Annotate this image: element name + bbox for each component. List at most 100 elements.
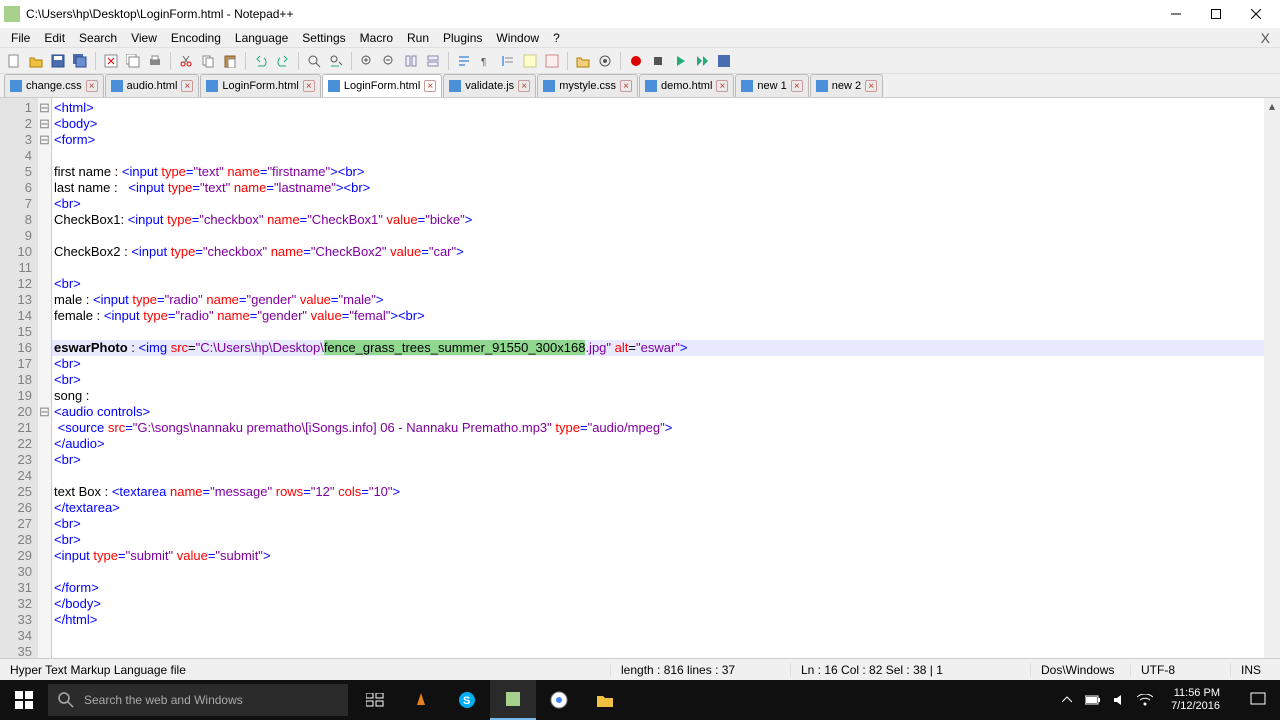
sync-v-icon[interactable] [401, 51, 421, 71]
search-icon [58, 692, 74, 708]
editor-area[interactable]: 1234567891011121314151617181920212223242… [0, 98, 1280, 658]
tab-close-icon[interactable]: × [620, 80, 632, 92]
tab-close-icon[interactable]: × [716, 80, 728, 92]
tab-validate-js[interactable]: validate.js× [443, 74, 536, 97]
sync-h-icon[interactable] [423, 51, 443, 71]
wrap-icon[interactable] [454, 51, 474, 71]
menu-encoding[interactable]: Encoding [164, 30, 228, 46]
tab-mystyle-css[interactable]: mystyle.css× [537, 74, 638, 97]
menu-file[interactable]: File [4, 30, 37, 46]
redo-icon[interactable] [273, 51, 293, 71]
tab-bar: change.css× audio.html× LoginForm.html× … [0, 74, 1280, 98]
save-macro-icon[interactable] [714, 51, 734, 71]
doc-map-icon[interactable] [542, 51, 562, 71]
save-all-icon[interactable] [70, 51, 90, 71]
chrome-icon[interactable] [536, 680, 582, 720]
menu-run[interactable]: Run [400, 30, 436, 46]
close-all-icon[interactable] [123, 51, 143, 71]
open-file-icon[interactable] [26, 51, 46, 71]
minimize-button[interactable] [1156, 0, 1196, 28]
tab-close-icon[interactable]: × [303, 80, 315, 92]
svg-text:¶: ¶ [481, 57, 486, 68]
taskbar-search[interactable]: Search the web and Windows [48, 684, 348, 716]
close-button[interactable] [1236, 0, 1276, 28]
file-icon [816, 80, 828, 92]
tab-new-2[interactable]: new 2× [810, 74, 883, 97]
menu-plugins[interactable]: Plugins [436, 30, 489, 46]
toolbar: ¶ [0, 48, 1280, 74]
stop-icon[interactable] [648, 51, 668, 71]
tab-loginform-2[interactable]: LoginForm.html× [322, 74, 442, 97]
tray-chevron-icon[interactable] [1059, 692, 1075, 708]
notepad-task-icon[interactable] [490, 680, 536, 720]
lang-icon[interactable] [520, 51, 540, 71]
window-title: C:\Users\hp\Desktop\LoginForm.html - Not… [26, 7, 1156, 21]
print-icon[interactable] [145, 51, 165, 71]
tab-close-icon[interactable]: × [181, 80, 193, 92]
play-multi-icon[interactable] [692, 51, 712, 71]
explorer-icon[interactable] [582, 680, 628, 720]
folder-icon[interactable] [573, 51, 593, 71]
play-icon[interactable] [670, 51, 690, 71]
file-icon [543, 80, 555, 92]
menu-view[interactable]: View [124, 30, 164, 46]
zoom-in-icon[interactable] [357, 51, 377, 71]
windows-icon [15, 691, 33, 709]
tab-demo-html[interactable]: demo.html× [639, 74, 734, 97]
tab-close-icon[interactable]: × [424, 80, 436, 92]
menu-window[interactable]: Window [489, 30, 546, 46]
replace-icon[interactable] [326, 51, 346, 71]
file-icon [111, 80, 123, 92]
volume-icon[interactable] [1111, 692, 1127, 708]
menu-settings[interactable]: Settings [295, 30, 352, 46]
vlc-icon[interactable] [398, 680, 444, 720]
notification-icon[interactable] [1238, 680, 1278, 720]
file-icon [10, 80, 22, 92]
file-icon [449, 80, 461, 92]
status-eol[interactable]: Dos\Windows [1030, 663, 1130, 677]
skype-icon[interactable]: S [444, 680, 490, 720]
menu-language[interactable]: Language [228, 30, 295, 46]
tab-change-css[interactable]: change.css× [4, 74, 104, 97]
zoom-out-icon[interactable] [379, 51, 399, 71]
menu-macro[interactable]: Macro [353, 30, 400, 46]
menu-close-x[interactable]: X [1255, 30, 1276, 46]
maximize-button[interactable] [1196, 0, 1236, 28]
cut-icon[interactable] [176, 51, 196, 71]
save-icon[interactable] [48, 51, 68, 71]
menu-edit[interactable]: Edit [37, 30, 72, 46]
menu-help[interactable]: ? [546, 30, 567, 46]
find-icon[interactable] [304, 51, 324, 71]
battery-icon[interactable] [1085, 692, 1101, 708]
taskbar-clock[interactable]: 11:56 PM 7/12/2016 [1163, 687, 1228, 713]
show-all-icon[interactable]: ¶ [476, 51, 496, 71]
tab-new-1[interactable]: new 1× [735, 74, 808, 97]
record-icon[interactable] [626, 51, 646, 71]
tab-close-icon[interactable]: × [865, 80, 877, 92]
indent-guide-icon[interactable] [498, 51, 518, 71]
monitor-icon[interactable] [595, 51, 615, 71]
vertical-scrollbar[interactable]: ▴ [1264, 98, 1280, 658]
tab-close-icon[interactable]: × [791, 80, 803, 92]
tab-close-icon[interactable]: × [518, 80, 530, 92]
line-numbers: 1234567891011121314151617181920212223242… [0, 98, 38, 658]
menu-search[interactable]: Search [72, 30, 124, 46]
tab-audio-html[interactable]: audio.html× [105, 74, 200, 97]
copy-icon[interactable] [198, 51, 218, 71]
undo-icon[interactable] [251, 51, 271, 71]
tab-close-icon[interactable]: × [86, 80, 98, 92]
scroll-up-icon[interactable]: ▴ [1264, 98, 1280, 114]
tab-loginform-1[interactable]: LoginForm.html× [200, 74, 320, 97]
status-enc[interactable]: UTF-8 [1130, 663, 1230, 677]
file-icon [206, 80, 218, 92]
wifi-icon[interactable] [1137, 692, 1153, 708]
start-button[interactable] [0, 680, 48, 720]
new-file-icon[interactable] [4, 51, 24, 71]
close-icon[interactable] [101, 51, 121, 71]
paste-icon[interactable] [220, 51, 240, 71]
titlebar[interactable]: C:\Users\hp\Desktop\LoginForm.html - Not… [0, 0, 1280, 28]
code-area[interactable]: <html><body><form> first name : <input t… [52, 98, 1280, 658]
status-ins[interactable]: INS [1230, 663, 1280, 677]
task-view-icon[interactable] [352, 680, 398, 720]
fold-margin[interactable]: ⊟⊟⊟ ⊟ [38, 98, 52, 658]
